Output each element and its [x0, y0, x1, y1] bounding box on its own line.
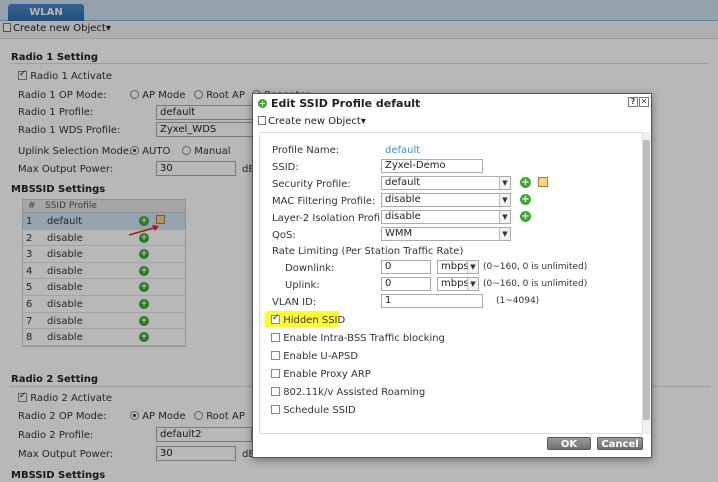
help-button[interactable]: ? — [628, 97, 638, 107]
assisted-roaming-option[interactable]: 802.11k/v Assisted Roaming — [271, 387, 425, 398]
vlan-id-input[interactable]: 1 — [381, 294, 483, 308]
edit-ssid-dialog: + Edit SSID Profile default ? ✕ Create n… — [252, 93, 652, 458]
dialog-title: Edit SSID Profile default — [271, 97, 421, 110]
edit-security-profile-icon[interactable] — [538, 177, 548, 187]
add-security-profile-icon[interactable]: + — [520, 177, 531, 188]
uplink-hint: (0~160, 0 is unlimited) — [483, 279, 588, 289]
proxy-arp-checkbox[interactable] — [271, 369, 280, 378]
chevron-down-icon: ▼ — [499, 228, 510, 240]
rate-limiting-label: Rate Limiting (Per Station Traffic Rate) — [272, 246, 464, 257]
l2-isolation-label: Layer-2 Isolation Profile: — [272, 213, 393, 224]
cancel-button[interactable]: Cancel — [597, 437, 643, 450]
downlink-label: Downlink: — [285, 263, 335, 274]
create-object-label: Create new Object — [268, 116, 361, 127]
ok-button[interactable]: OK — [547, 437, 591, 450]
uplink-unit-select[interactable]: mbps ▼ — [437, 277, 479, 291]
chevron-down-icon: ▼ — [499, 211, 510, 223]
security-profile-label: Security Profile: — [272, 179, 351, 190]
vlan-id-label: VLAN ID: — [272, 297, 317, 308]
schedule-ssid-option[interactable]: Schedule SSID — [271, 405, 356, 416]
close-button[interactable]: ✕ — [639, 97, 649, 107]
intra-bss-option[interactable]: Enable Intra-BSS Traffic blocking — [271, 333, 445, 344]
dialog-titlebar: + Edit SSID Profile default ? ✕ — [253, 94, 651, 114]
option-label: Hidden SSID — [283, 315, 346, 326]
scrollbar-thumb[interactable] — [643, 140, 650, 420]
uplink-input[interactable]: 0 — [381, 277, 431, 291]
assisted-roaming-checkbox[interactable] — [271, 387, 280, 396]
add-circle-icon: + — [258, 99, 267, 108]
profile-name-value: default — [385, 145, 421, 156]
qos-select[interactable]: WMM ▼ — [381, 227, 511, 241]
security-profile-select[interactable]: default ▼ — [381, 176, 511, 190]
option-label: Schedule SSID — [283, 405, 356, 416]
l2-isolation-value: disable — [385, 211, 421, 222]
downlink-input[interactable]: 0 — [381, 260, 431, 274]
l2-isolation-select[interactable]: disable ▼ — [381, 210, 511, 224]
add-mac-filtering-icon[interactable]: + — [520, 194, 531, 205]
ssid-input[interactable]: Zyxel-Demo — [381, 159, 483, 173]
chevron-down-icon: ▼ — [499, 177, 510, 189]
option-label: 802.11k/v Assisted Roaming — [283, 387, 426, 398]
downlink-hint: (0~160, 0 is unlimited) — [483, 262, 588, 272]
option-label: Enable Proxy ARP — [283, 369, 371, 380]
vlan-id-hint: (1~4094) — [496, 296, 540, 306]
downlink-unit-select[interactable]: mbps ▼ — [437, 260, 479, 274]
intra-bss-checkbox[interactable] — [271, 333, 280, 342]
u-apsd-checkbox[interactable] — [271, 351, 280, 360]
downlink-unit-value: mbps — [441, 261, 469, 272]
dialog-create-object-menu[interactable]: Create new Object▾ — [258, 116, 366, 127]
ssid-label: SSID: — [272, 162, 299, 173]
mac-filtering-label: MAC Filtering Profile: — [272, 196, 376, 207]
dialog-toolbar: Create new Object▾ — [253, 114, 651, 130]
profile-name-label: Profile Name: — [272, 145, 340, 156]
add-l2-isolation-icon[interactable]: + — [520, 211, 531, 222]
security-profile-value: default — [385, 177, 421, 188]
uplink-label: Uplink: — [285, 280, 320, 291]
qos-value: WMM — [385, 228, 413, 239]
chevron-down-icon: ▼ — [467, 278, 478, 290]
mac-filtering-value: disable — [385, 194, 421, 205]
dropdown-caret-icon: ▾ — [360, 116, 366, 127]
hidden-ssid-checkbox[interactable] — [271, 313, 280, 324]
u-apsd-option[interactable]: Enable U-APSD — [271, 351, 358, 362]
uplink-unit-value: mbps — [441, 278, 469, 289]
chevron-down-icon: ▼ — [467, 261, 478, 273]
chevron-down-icon: ▼ — [499, 194, 510, 206]
option-label: Enable Intra-BSS Traffic blocking — [283, 333, 445, 344]
option-label: Enable U-APSD — [283, 351, 359, 362]
qos-label: QoS: — [272, 230, 296, 241]
proxy-arp-option[interactable]: Enable Proxy ARP — [271, 369, 371, 380]
page-icon — [258, 116, 266, 125]
dialog-scrollbar[interactable] — [643, 132, 650, 434]
mac-filtering-select[interactable]: disable ▼ — [381, 193, 511, 207]
hidden-ssid-option[interactable]: Hidden SSID — [271, 313, 346, 326]
schedule-ssid-checkbox[interactable] — [271, 405, 280, 414]
